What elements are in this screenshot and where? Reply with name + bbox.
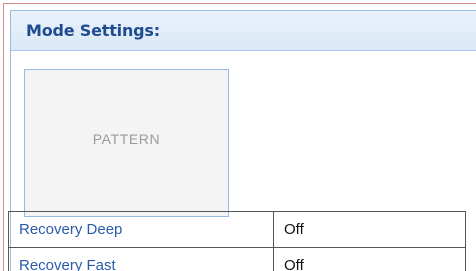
settings-table: Recovery Deep Off Recovery Fast Off	[8, 211, 466, 271]
table-row[interactable]: Recovery Deep Off	[8, 211, 466, 248]
mode-settings-window: Mode Settings: PATTERN Recovery Deep Off…	[0, 0, 476, 271]
panel-header: Mode Settings:	[11, 11, 476, 51]
pattern-preview[interactable]: PATTERN	[24, 69, 229, 217]
pattern-label: PATTERN	[92, 131, 161, 147]
setting-name: Recovery Fast	[8, 247, 274, 271]
setting-value[interactable]: Off	[273, 247, 466, 271]
panel-title: Mode Settings:	[26, 21, 160, 40]
setting-name: Recovery Deep	[8, 211, 274, 248]
setting-value[interactable]: Off	[273, 211, 466, 248]
table-row[interactable]: Recovery Fast Off	[8, 247, 466, 271]
